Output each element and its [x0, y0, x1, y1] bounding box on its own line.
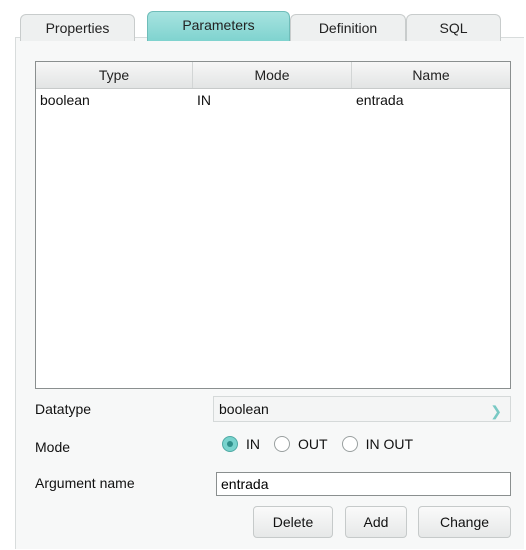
argument-name-label: Argument name	[35, 475, 135, 491]
radio-unselected-icon[interactable]	[274, 436, 290, 452]
column-header-type[interactable]: Type	[36, 62, 193, 88]
mode-option-label: IN OUT	[365, 436, 414, 452]
radio-selected-icon[interactable]	[222, 436, 238, 452]
column-header-name[interactable]: Name	[352, 62, 510, 88]
mode-label: Mode	[35, 439, 71, 455]
datatype-select[interactable]: boolean ❯	[213, 396, 511, 422]
mode-option-label: OUT	[298, 436, 328, 452]
parameters-table[interactable]: Type Mode Name boolean IN entrada	[35, 61, 511, 389]
mode-radio-inout[interactable]: IN OUT	[341, 436, 414, 452]
argument-name-input[interactable]	[216, 472, 511, 496]
datatype-label: Datatype	[35, 401, 92, 417]
change-button[interactable]: Change	[418, 506, 511, 538]
tab-properties[interactable]: Properties	[20, 14, 135, 41]
tab-definition[interactable]: Definition	[290, 14, 406, 41]
cell-type: boolean	[40, 92, 90, 108]
tab-parameters[interactable]: Parameters	[147, 11, 290, 41]
mode-option-label: IN	[246, 436, 260, 452]
column-header-mode[interactable]: Mode	[193, 62, 352, 88]
tab-sql[interactable]: SQL	[406, 14, 501, 41]
table-row[interactable]: boolean IN entrada	[36, 89, 510, 111]
cell-mode: IN	[197, 92, 211, 108]
table-header: Type Mode Name	[36, 62, 510, 89]
cell-name: entrada	[356, 92, 404, 108]
chevron-down-icon[interactable]: ❯	[490, 399, 502, 423]
mode-radio-out[interactable]: OUT	[274, 436, 328, 452]
datatype-value: boolean	[219, 401, 269, 417]
mode-radio-group: IN OUT IN OUT	[222, 436, 427, 452]
mode-radio-in[interactable]: IN	[222, 436, 260, 452]
add-button[interactable]: Add	[345, 506, 407, 538]
radio-unselected-icon[interactable]	[341, 436, 358, 452]
delete-button[interactable]: Delete	[253, 506, 333, 538]
